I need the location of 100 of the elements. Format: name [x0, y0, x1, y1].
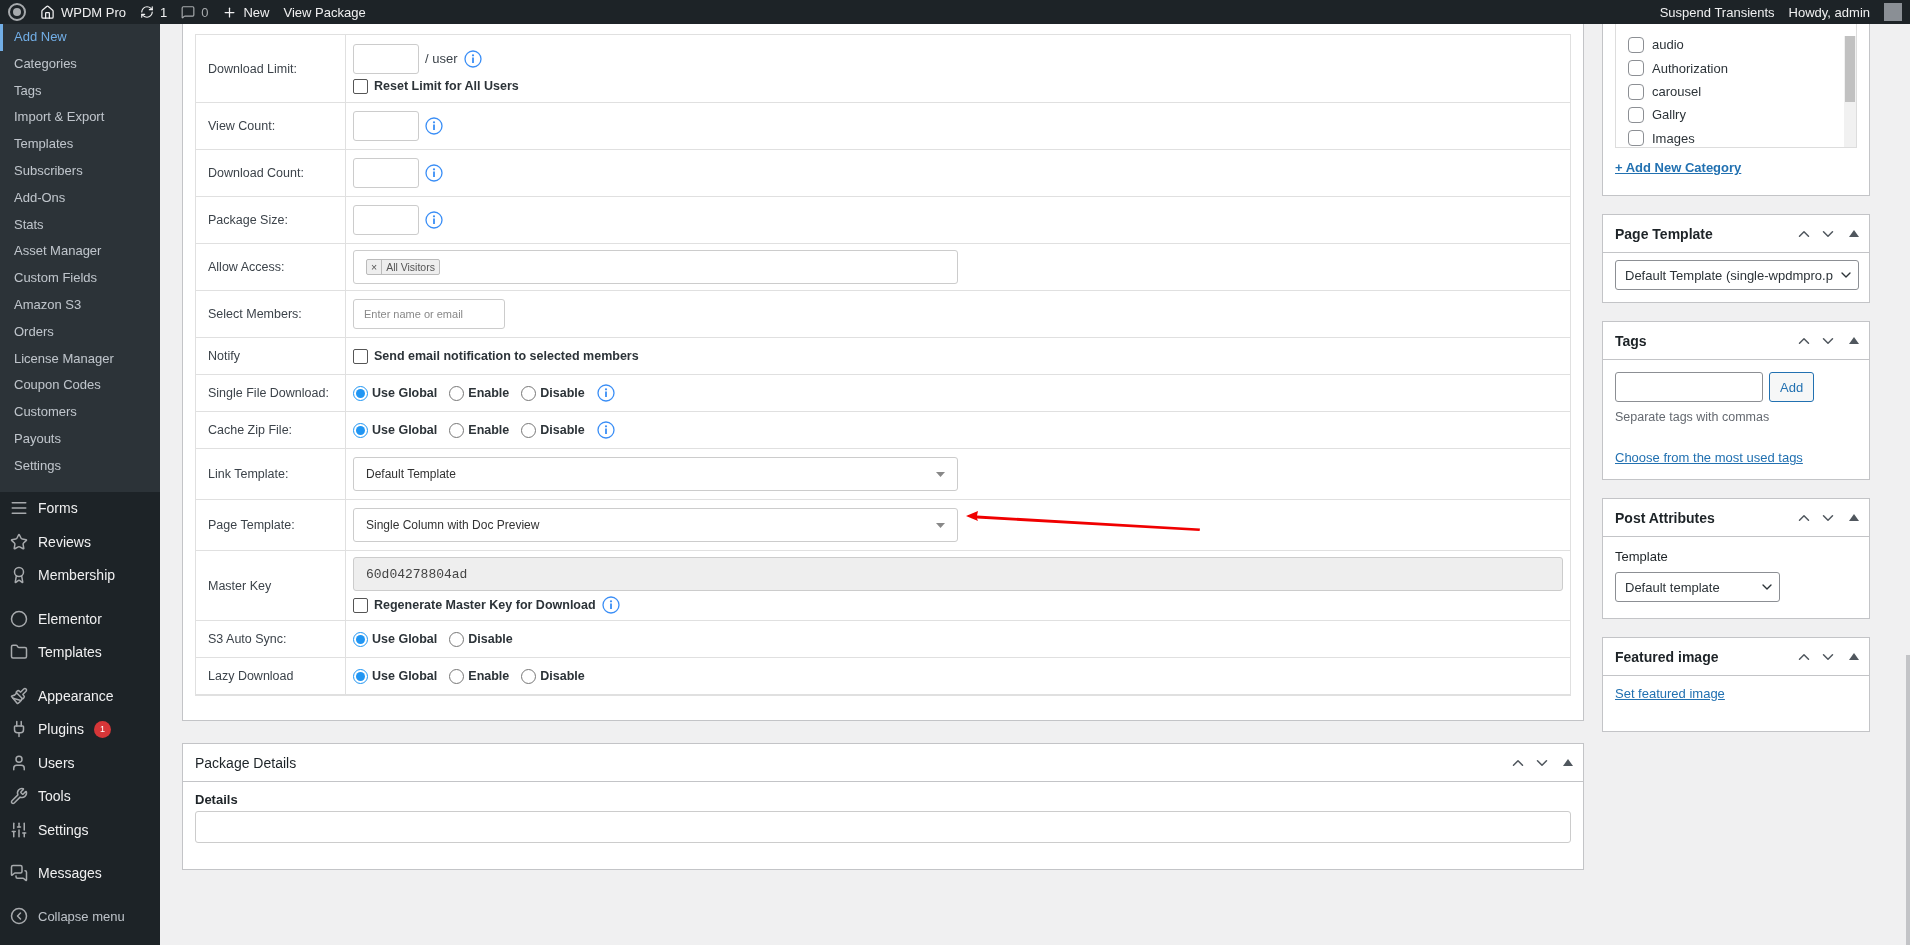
most-used-tags-link[interactable]: Choose from the most used tags [1615, 450, 1857, 465]
radio-button[interactable] [449, 385, 465, 401]
comments-link[interactable]: 0 [181, 4, 209, 20]
checkbox[interactable] [353, 78, 368, 94]
page-scrollbar[interactable] [1906, 655, 1910, 945]
tag-label: All Visitors [385, 260, 436, 274]
submenu-item[interactable]: Tags [0, 77, 160, 105]
admin-bar-link[interactable]: Suspend Transients [1659, 4, 1775, 20]
radio-button[interactable] [521, 668, 537, 684]
radio-button[interactable] [521, 422, 537, 438]
checkbox[interactable] [353, 597, 368, 613]
site-link[interactable]: WPDM Pro [40, 4, 126, 20]
field-label: Details [195, 792, 239, 807]
members-field[interactable]: Enter name or email [353, 299, 505, 329]
submenu-item[interactable]: Subscribers [0, 158, 160, 185]
menu-label: Messages [38, 865, 102, 882]
radio-button[interactable] [449, 668, 465, 684]
submenu-item[interactable]: Stats [0, 211, 160, 239]
category-label: Authorization [1652, 60, 1728, 76]
menu-item[interactable]: Messages [0, 856, 160, 891]
radio-button[interactable] [521, 385, 537, 401]
caret-icon [936, 522, 945, 528]
number-field[interactable] [353, 205, 419, 235]
submenu-item[interactable]: Categories [0, 50, 160, 78]
collapse-menu[interactable]: Collapse menu [0, 900, 160, 933]
details-field[interactable] [195, 811, 1571, 843]
set-image-link[interactable]: Set featured image [1615, 686, 1857, 701]
field-label: Package Size: [196, 197, 346, 244]
submenu-item[interactable]: Customers [0, 399, 160, 426]
radio-label: Use Global [372, 423, 438, 437]
menu-item[interactable]: Templates [0, 635, 160, 670]
radio-button[interactable] [353, 631, 368, 647]
submenu-item[interactable]: Settings [0, 452, 160, 480]
remove-tag-button[interactable]: × [367, 260, 383, 274]
menu-item[interactable]: Users [0, 746, 160, 780]
menu-item[interactable]: Reviews [0, 525, 160, 559]
checkbox[interactable] [353, 348, 368, 364]
view-link[interactable]: View Package [283, 4, 366, 20]
radio-button[interactable] [353, 385, 368, 401]
submenu-item[interactable]: Import & Export [0, 104, 160, 132]
menu-item[interactable]: Membership [0, 558, 160, 593]
submenu-item[interactable]: Custom Fields [0, 265, 160, 292]
menu-label: Reviews [38, 533, 91, 550]
menu-label: Settings [38, 821, 89, 838]
radio-label: Disable [540, 669, 585, 683]
access-field[interactable]: × All Visitors [353, 250, 958, 284]
checkbox[interactable] [1628, 36, 1644, 53]
menu-label: Forms [38, 500, 78, 517]
admin-bar-link[interactable]: Howdy, admin [1788, 4, 1870, 20]
submenu-item[interactable]: Payouts [0, 425, 160, 453]
toggle-panel-icon[interactable] [1849, 230, 1859, 237]
checkbox[interactable] [1628, 60, 1644, 77]
checkbox[interactable] [1628, 106, 1644, 123]
tag-field[interactable] [1615, 372, 1763, 402]
toggle-panel-icon[interactable] [1849, 514, 1859, 521]
menu-item[interactable]: Plugins 1 [0, 712, 160, 747]
master-key-field[interactable]: 60d04278804ad [353, 557, 1563, 591]
menu-label: Elementor [38, 610, 102, 627]
submenu-item[interactable]: Coupon Codes [0, 372, 160, 400]
submenu-item[interactable]: Add-Ons [0, 184, 160, 212]
toggle-panel-icon[interactable] [1849, 653, 1859, 660]
menu-item[interactable]: Forms [0, 491, 160, 526]
toggle-panel-icon[interactable] [1849, 337, 1859, 344]
menu-item[interactable]: Settings [0, 813, 160, 847]
menu-item[interactable]: Elementor [0, 602, 160, 636]
submenu-item[interactable]: Templates [0, 131, 160, 158]
radio-button[interactable] [449, 422, 465, 438]
template-dropdown[interactable]: Default Template (single-wpdmpro.p [1615, 260, 1859, 290]
panel-title: Featured image [1615, 648, 1719, 665]
submenu-item[interactable]: Add New [0, 24, 160, 51]
number-field[interactable] [353, 158, 419, 188]
field-label: Download Limit: [196, 35, 346, 103]
submenu-item[interactable]: Amazon S3 [0, 291, 160, 319]
logo-icon[interactable] [8, 3, 26, 21]
submenu-item[interactable]: License Manager [0, 345, 160, 373]
number-field[interactable] [353, 111, 419, 141]
field-label: S3 Auto Sync: [196, 621, 346, 658]
circle-icon [10, 609, 28, 628]
category-label: Images [1652, 130, 1695, 146]
number-field[interactable] [353, 43, 419, 74]
checkbox[interactable] [1628, 83, 1644, 100]
submenu-item[interactable]: Asset Manager [0, 238, 160, 266]
new-link[interactable]: New [222, 4, 270, 20]
updates-link[interactable]: 1 [140, 4, 168, 20]
radio-button[interactable] [449, 631, 465, 647]
checkbox-label: Send email notification to selected members [374, 349, 639, 363]
checkbox[interactable] [1628, 130, 1644, 147]
field-label: Download Count: [196, 150, 346, 197]
template-dropdown[interactable]: Default Template [353, 457, 958, 491]
template-dropdown[interactable]: Default template [1615, 572, 1780, 602]
add-button[interactable]: Add [1769, 372, 1815, 402]
scrollbar[interactable] [1844, 36, 1856, 147]
add-category-link[interactable]: + Add New Category [1615, 160, 1857, 175]
template-dropdown[interactable]: Single Column with Doc Preview [353, 508, 958, 542]
menu-item[interactable]: Tools [0, 779, 160, 814]
submenu-item[interactable]: Orders [0, 318, 160, 346]
radio-button[interactable] [353, 422, 368, 438]
radio-button[interactable] [353, 668, 368, 684]
toggle-panel-icon[interactable] [1563, 759, 1573, 766]
menu-item[interactable]: Appearance [0, 679, 160, 713]
